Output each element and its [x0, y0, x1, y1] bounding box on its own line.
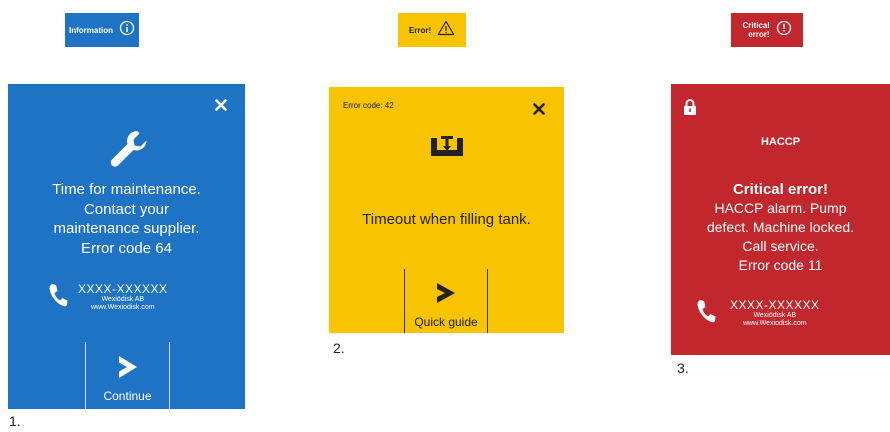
close-button[interactable]	[211, 97, 231, 117]
critical-error-heading: Critical error!	[732, 181, 829, 198]
step-number-2: 2.	[333, 340, 345, 356]
maintenance-message: Time for maintenance. Contact your maint…	[52, 181, 201, 257]
information-badge-label: Information	[69, 25, 113, 35]
tank-fill-icon	[425, 129, 469, 163]
error-code: Error code: 42	[343, 101, 394, 110]
step-number-1: 1.	[9, 413, 21, 429]
website: www.Wexiodisk.com	[90, 304, 155, 311]
alert-circle-icon	[776, 20, 792, 41]
error-message: Timeout when filling tank.	[362, 211, 531, 228]
contact-info: XXXX-XXXXXX Wexiödisk AB www.Wexiodisk.c…	[696, 298, 866, 328]
wrench-icon	[104, 124, 154, 174]
critical-error-message: HACCP alarm. Pump defect. Machine locked…	[706, 200, 855, 273]
chevron-right-icon	[115, 354, 141, 385]
critical-error-badge-label: Critical error!	[742, 21, 770, 39]
critical-error-badge: Critical error!	[731, 13, 803, 47]
phone-number: XXXX-XXXXXX	[78, 282, 168, 296]
company-name: Wexiödisk AB	[101, 296, 145, 303]
website: www.Wexiodisk.com	[742, 320, 807, 327]
step-number-3: 3.	[677, 360, 689, 376]
error-badge: Error!	[398, 13, 466, 47]
contact-details: XXXX-XXXXXX Wexiödisk AB www.Wexiodisk.c…	[730, 298, 820, 328]
quick-guide-button[interactable]: Quick guide	[404, 269, 488, 333]
critical-error-panel: HACCP Critical error! HACCP alarm. Pump …	[671, 84, 890, 355]
information-badge: Information	[65, 13, 139, 47]
page: Information Error! Critical error! Time …	[0, 0, 890, 432]
information-panel: Time for maintenance. Contact your maint…	[8, 84, 245, 409]
quick-guide-label: Quick guide	[414, 315, 478, 329]
error-badge-label: Error!	[408, 25, 432, 35]
close-button[interactable]	[529, 101, 549, 121]
close-icon	[533, 102, 545, 120]
chevron-right-icon	[433, 281, 459, 310]
lock-icon	[683, 99, 697, 120]
error-panel: Error code: 42 Timeout when filling tank…	[329, 87, 564, 333]
info-circle-icon	[119, 20, 135, 41]
continue-button[interactable]: Continue	[85, 342, 170, 409]
phone-number: XXXX-XXXXXX	[730, 298, 820, 312]
contact-details: XXXX-XXXXXX Wexiödisk AB www.Wexiodisk.c…	[78, 282, 168, 312]
haccp-title: HACCP	[760, 136, 801, 148]
warning-triangle-icon	[437, 20, 455, 41]
continue-label: Continue	[103, 389, 152, 403]
phone-icon	[48, 283, 68, 312]
company-name: Wexiödisk AB	[753, 312, 797, 319]
contact-info: XXXX-XXXXXX Wexiödisk AB www.Wexiodisk.c…	[48, 282, 218, 312]
phone-icon	[696, 299, 716, 328]
close-icon	[215, 98, 227, 116]
